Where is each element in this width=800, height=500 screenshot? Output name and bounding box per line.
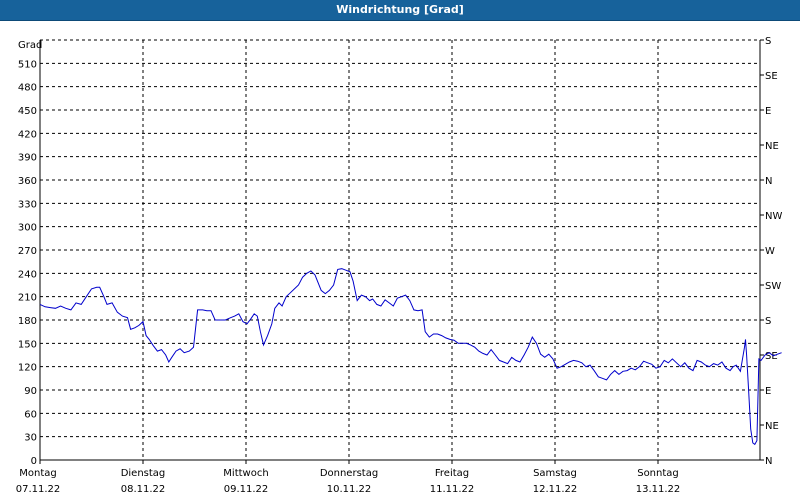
right-tick-label: N xyxy=(765,176,772,187)
y-tick-label: 300 xyxy=(18,223,37,234)
y-tick-label: 450 xyxy=(18,106,37,117)
y-tick-label: 0 xyxy=(31,456,37,467)
tick-labels: 0 30 60 90 120 150 180 210 240 270 300 330 360 390 420… xyxy=(16,36,783,495)
y-tick-label: 240 xyxy=(18,269,37,280)
right-tick-label: NE xyxy=(765,421,779,432)
y-tick-label: 150 xyxy=(18,339,37,350)
right-tick-label: SE xyxy=(765,351,778,362)
x-tick-date: 09.11.22 xyxy=(224,484,269,495)
y-tick-label: 480 xyxy=(18,83,37,94)
wind-direction-line xyxy=(39,268,782,446)
right-tick-label: NE xyxy=(765,141,779,152)
y-tick-label: 60 xyxy=(24,409,37,420)
y-tick-label: 270 xyxy=(18,246,37,257)
x-tick-date: 12.11.22 xyxy=(533,484,578,495)
wind-direction-chart: 0 30 60 90 120 150 180 210 240 270 300 330 360 390 420… xyxy=(16,36,783,495)
grid xyxy=(40,39,760,460)
right-tick-label: N xyxy=(765,456,772,467)
right-tick-label: NW xyxy=(765,211,782,222)
x-tick-day: Montag xyxy=(19,468,56,479)
right-tick-label: W xyxy=(765,246,775,257)
x-tick-date: 10.11.22 xyxy=(327,484,372,495)
x-tick-day: Dienstag xyxy=(121,468,166,479)
right-tick-label: E xyxy=(765,386,771,397)
x-tick-date: 08.11.22 xyxy=(121,484,166,495)
right-tick-label: S xyxy=(765,316,771,327)
right-tick-label: SE xyxy=(765,71,778,82)
y-tick-label: 180 xyxy=(18,316,37,327)
y-tick-label: 30 xyxy=(24,433,37,444)
right-tick-label: SW xyxy=(765,281,781,292)
x-tick-day: Mittwoch xyxy=(223,468,268,479)
series xyxy=(39,268,782,446)
y-tick-label: 510 xyxy=(18,59,37,70)
y-tick-label: 120 xyxy=(18,363,37,374)
y-tick-label: 210 xyxy=(18,293,37,304)
x-tick-day: Sonntag xyxy=(637,468,679,479)
x-tick-day: Donnerstag xyxy=(320,468,378,479)
x-tick-day: Samstag xyxy=(533,468,577,479)
y-tick-label: 90 xyxy=(24,386,37,397)
y-axis-label: Grad xyxy=(18,40,42,51)
right-tick-label: S xyxy=(765,36,771,47)
y-tick-label: 420 xyxy=(18,129,37,140)
y-tick-label: 330 xyxy=(18,199,37,210)
x-tick-date: 13.11.22 xyxy=(636,484,681,495)
x-tick-date: 11.11.22 xyxy=(430,484,475,495)
axes xyxy=(39,39,764,464)
y-tick-label: 360 xyxy=(18,176,37,187)
x-tick-date: 07.11.22 xyxy=(16,484,61,495)
y-tick-label: 390 xyxy=(18,153,37,164)
x-tick-day: Freitag xyxy=(435,468,469,479)
right-tick-label: E xyxy=(765,106,771,117)
